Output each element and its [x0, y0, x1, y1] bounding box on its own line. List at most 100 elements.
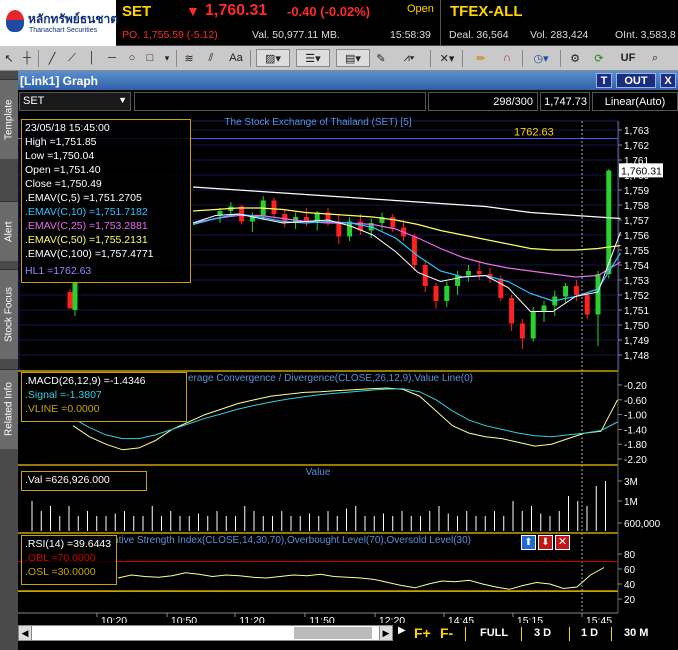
font-increase-button[interactable]: F+ — [414, 625, 431, 641]
range-3d-button[interactable]: 3 D — [534, 627, 551, 639]
window-titlebar[interactable]: [Link1] Graph T OUT X — [18, 71, 678, 90]
drawing-toolbar: ↖ ┼ ╱ ⟋ │ ─ ○ □ ▾ ≋ ⫽ Aa ▨▾ ☰▾ ▤▾ ✎ ⩘▾ ✕… — [0, 46, 678, 71]
rsi-info-box: .RSI(14) =39.6443 .OBL =70.0000 .OSL =30… — [21, 535, 117, 585]
toolbar-separator — [176, 50, 177, 67]
font-decrease-button[interactable]: F- — [440, 625, 453, 641]
info-open: Open =1,751.40 — [25, 164, 101, 176]
trendline-icon[interactable]: ╱ — [44, 49, 60, 67]
tool-dropdown-icon[interactable]: ▾ — [160, 49, 174, 67]
rsi-tick-label: 60 — [624, 565, 636, 576]
rsi-panel-title: Relative Strength Index(CLOSE,14,30,70),… — [98, 535, 471, 546]
time-tick-label: 14:45 — [448, 615, 474, 623]
hl1-label: 1762.63 — [514, 127, 554, 139]
candle-body — [476, 271, 482, 274]
toolbar-separator — [250, 50, 251, 67]
crosshair-icon[interactable]: ┼ — [20, 49, 34, 67]
text-tool-icon[interactable]: Aa — [226, 49, 246, 67]
tfex-open-interest: OInt. 3,583,8 — [615, 29, 676, 41]
candle-body — [433, 286, 439, 301]
toolbar-separator — [560, 50, 561, 67]
value-tick-label: 3M — [624, 477, 638, 488]
time-tick-label: 10:50 — [171, 615, 197, 623]
volume-value: .Val =626,926.000 — [25, 474, 110, 486]
ema10-line — [192, 213, 622, 302]
macd-tick-label: -1.00 — [624, 411, 647, 422]
symbol-label[interactable]: SET — [122, 3, 151, 20]
delete-drawing-icon[interactable]: ✕▾ — [436, 49, 458, 67]
info-hl1: HL1 =1762.63 — [25, 265, 92, 277]
logo-subtext: Thanachart Securities — [29, 27, 98, 34]
rsi-tick-label: 20 — [624, 595, 636, 606]
clock-settings-icon[interactable]: ◷▾ — [528, 49, 554, 67]
vertical-line-icon[interactable]: │ — [84, 49, 100, 67]
candle-body — [541, 305, 547, 312]
horizontal-line-icon[interactable]: ─ — [104, 49, 120, 67]
info-ema25: .EMAV(C,25) =1,753.2881 — [25, 220, 148, 232]
footer-separator — [465, 627, 466, 641]
scroll-left-icon[interactable]: ◀ — [18, 625, 32, 641]
rectangle-icon[interactable]: □ — [142, 49, 158, 67]
price-tick-label: 1,748 — [624, 351, 649, 362]
line-color-picker[interactable]: ▤▾ — [336, 49, 370, 67]
price-tick-label: 1,749 — [624, 336, 649, 347]
toolbar-separator — [38, 50, 39, 67]
info-ema100: .EMAV(C,100) =1,757.4771 — [25, 248, 154, 260]
osl-value: .OSL =30.0000 — [25, 566, 96, 578]
pop-out-button[interactable]: OUT — [616, 73, 656, 88]
info-date: 23/05/18 15:45:00 — [25, 122, 110, 134]
fibonacci-icon[interactable]: ≋ — [180, 49, 198, 67]
candle-body — [563, 286, 569, 297]
tfex-label[interactable]: TFEX-ALL — [450, 3, 523, 20]
cursor-price: 1,747.73 — [540, 92, 590, 111]
text-mode-button[interactable]: T — [596, 73, 612, 88]
horizontal-scrollbar[interactable]: ◀ ▶ — [18, 625, 393, 641]
symbol-select[interactable]: SET ▼ — [19, 92, 131, 111]
ray-icon[interactable]: ⟋ — [64, 49, 80, 67]
close-window-button[interactable]: X — [660, 73, 676, 88]
ellipse-icon[interactable]: ○ — [124, 49, 140, 67]
candle-body — [455, 275, 461, 286]
value-info-box: .Val =626,926.000 — [21, 471, 147, 491]
info-high: High =1,751.85 — [25, 136, 97, 148]
range-1d-button[interactable]: 1 D — [581, 627, 598, 639]
candle-body — [72, 283, 78, 310]
refresh-icon[interactable]: ⟳ — [588, 49, 610, 67]
move-up-button[interactable]: ⬆ — [521, 535, 536, 550]
highlighter-icon[interactable]: ✏ — [470, 49, 492, 67]
price-tick-label: 1,753 — [624, 276, 649, 287]
candle-body — [584, 295, 590, 315]
tfex-volume: Vol. 283,424 — [530, 29, 589, 41]
line-style-picker[interactable]: ▨▾ — [256, 49, 290, 67]
candle-body — [465, 271, 471, 276]
chevron-down-icon: ▼ — [118, 95, 127, 105]
pointer-icon[interactable]: ↖ — [2, 49, 16, 67]
range-full-button[interactable]: FULL — [480, 627, 508, 639]
line-width-picker[interactable]: ☰▾ — [296, 49, 330, 67]
side-tab-bar: Template Alert Stock Focus Related Info — [0, 71, 18, 650]
magnifier-icon[interactable]: ⌕ — [646, 49, 664, 67]
channel-icon[interactable]: ⫽ — [202, 49, 220, 67]
remove-indicator-button[interactable]: ✕ — [555, 535, 570, 550]
candle-body — [67, 292, 73, 309]
gear-icon[interactable]: ⚙ — [566, 49, 584, 67]
scrollbar-thumb[interactable] — [294, 627, 372, 639]
range-30m-button[interactable]: 30 M — [624, 627, 648, 639]
magnet-icon[interactable]: ∩ — [496, 49, 518, 67]
scale-mode[interactable]: Linear(Auto) — [592, 92, 678, 111]
scroll-right-icon[interactable]: ▶ — [379, 625, 393, 641]
window-title: [Link1] Graph — [20, 74, 99, 88]
pen-icon[interactable]: ✎ — [372, 49, 390, 67]
candle-body — [271, 200, 277, 214]
toolbar-separator — [522, 50, 523, 67]
play-icon[interactable]: ▶ — [398, 625, 406, 641]
time-tick-label: 10:20 — [101, 615, 127, 623]
tab-stock-focus[interactable]: Stock Focus — [0, 269, 18, 359]
last-price-label: 1,760.31 — [621, 165, 662, 177]
tab-alert[interactable]: Alert — [0, 201, 18, 261]
wave-tool-icon[interactable]: ⩘▾ — [394, 49, 424, 67]
bar-count: 298/300 — [428, 92, 538, 111]
uf-button[interactable]: UF — [618, 49, 638, 67]
tab-template[interactable]: Template — [0, 79, 18, 159]
move-down-button[interactable]: ⬇ — [538, 535, 553, 550]
tab-related-info[interactable]: Related Info — [0, 369, 18, 449]
